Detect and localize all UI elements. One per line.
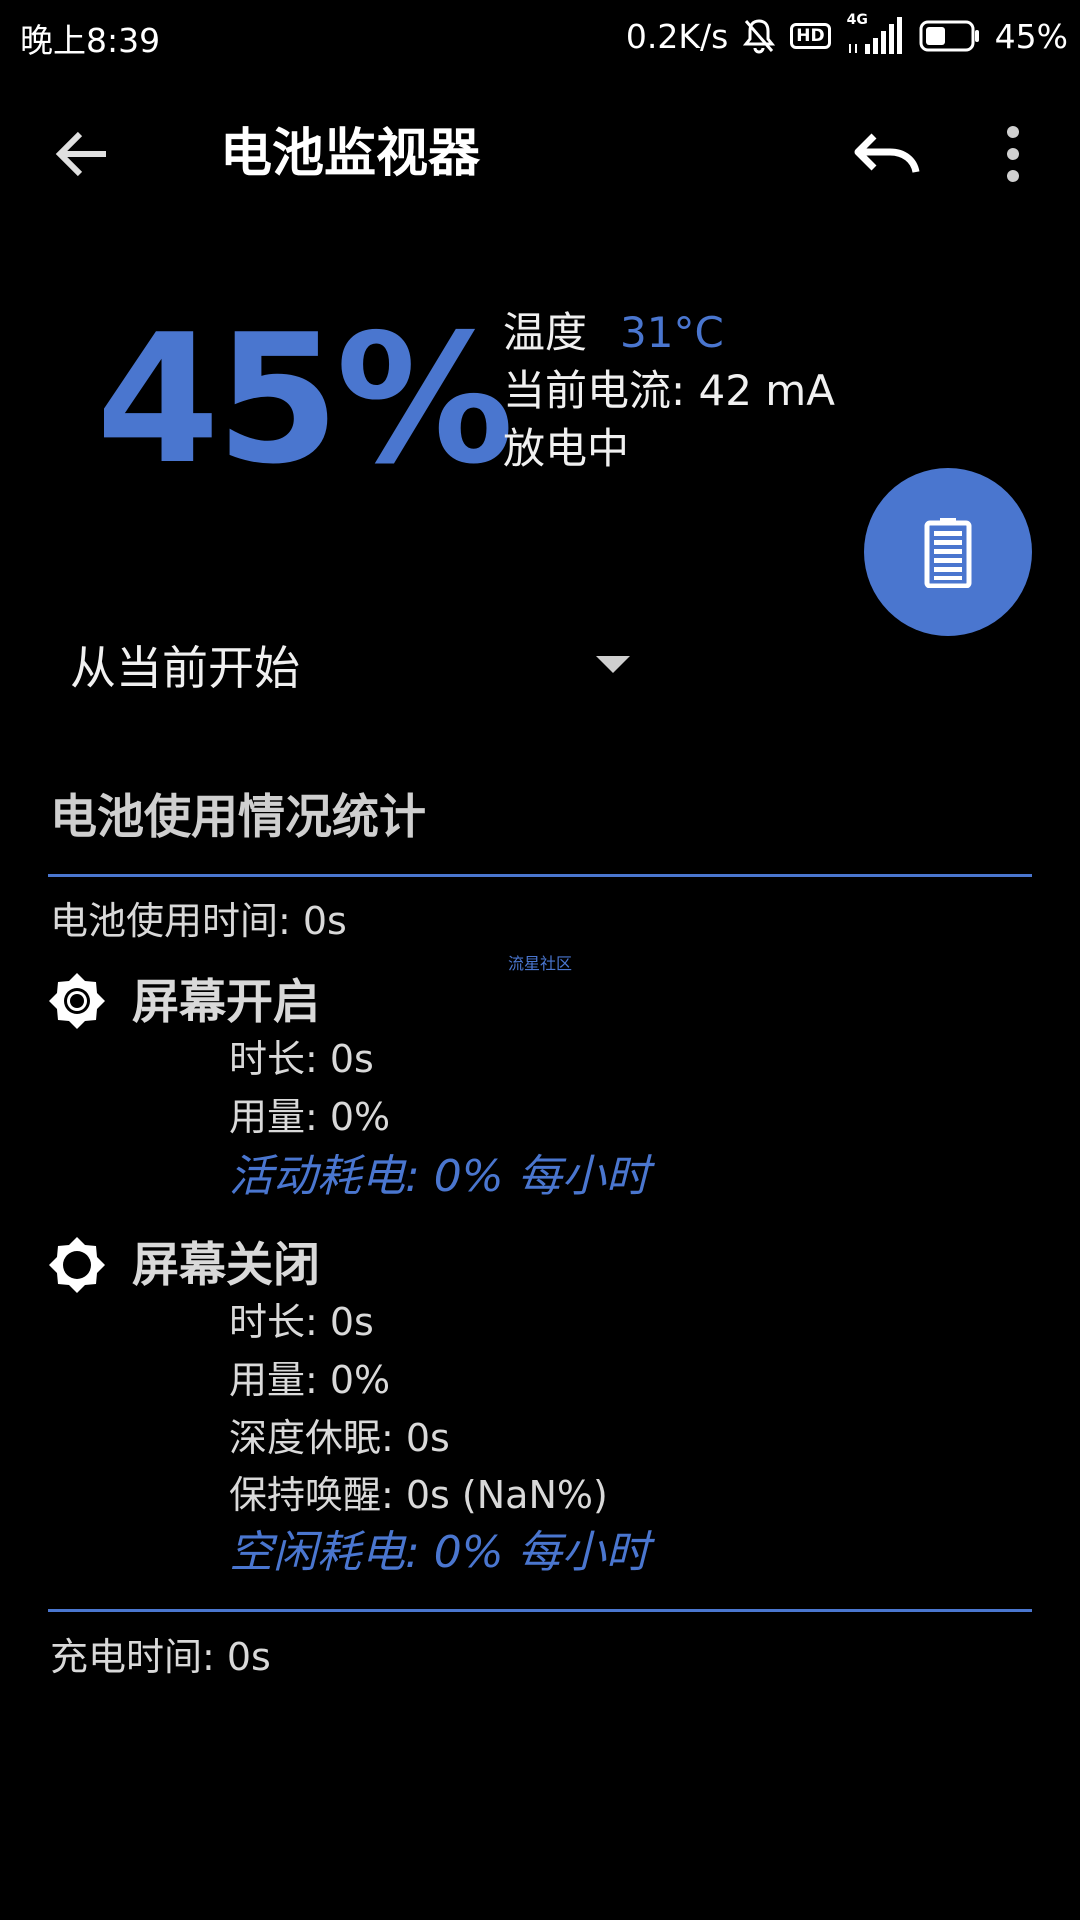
status-time: 晚上8:39 (20, 21, 161, 60)
battery-full-icon (924, 518, 972, 588)
divider-bottom (48, 1609, 1032, 1612)
arrow-left-icon (55, 131, 106, 177)
awake-time: 保持唤醒: 0s (NaN%) (229, 1473, 608, 1517)
reset-button[interactable] (850, 122, 922, 186)
overflow-menu-button[interactable] (990, 122, 1036, 186)
dropdown-selected: 从当前开始 (70, 641, 300, 695)
more-vert-icon (1007, 126, 1019, 182)
signal-icon: 4G (845, 12, 905, 56)
divider-top (48, 874, 1032, 877)
battery-icon (919, 20, 981, 52)
screen-off-duration: 时长: 0s (229, 1300, 374, 1344)
battery-fab[interactable] (864, 468, 1032, 636)
screen-off-usage: 用量: 0% (229, 1358, 391, 1402)
brightness-icon (48, 972, 106, 1030)
charging-time: 充电时间: 0s (50, 1635, 271, 1679)
idle-drain-rate: 空闲耗电: 0% 每小时 (229, 1527, 650, 1578)
charge-state: 放电中 (503, 424, 630, 473)
battery-percent: 45% (994, 16, 1068, 56)
battery-usage-time: 电池使用时间: 0s (50, 899, 347, 943)
back-button[interactable] (50, 122, 114, 186)
bell-off-icon (742, 18, 776, 54)
undo-icon (854, 133, 920, 173)
screen-on-title: 屏幕开启 (132, 975, 320, 1030)
temperature-label: 温度 (503, 308, 588, 357)
brightness-low-icon (48, 1236, 106, 1294)
screen-on-usage: 用量: 0% (229, 1095, 391, 1139)
battery-level-percent: 45% (96, 296, 514, 503)
section-title: 电池使用情况统计 (50, 790, 426, 845)
page-title: 电池监视器 (220, 124, 481, 184)
time-range-dropdown[interactable]: 从当前开始 (70, 636, 630, 700)
hd-icon: HD (790, 23, 831, 49)
deep-sleep-time: 深度休眠: 0s (229, 1416, 450, 1460)
caret-down-icon (596, 656, 630, 673)
current-draw: 当前电流: 42 mA (503, 366, 835, 415)
temperature-value: 31°C (620, 308, 724, 357)
active-drain-rate: 活动耗电: 0% 每小时 (229, 1151, 650, 1202)
status-icons: 0.2K/s HD 4G 45% (625, 12, 1068, 58)
net-speed: 0.2K/s (625, 16, 729, 56)
screen-off-title: 屏幕关闭 (132, 1238, 320, 1293)
watermark: 流星社区 (508, 954, 573, 973)
screen-on-duration: 时长: 0s (229, 1037, 374, 1081)
